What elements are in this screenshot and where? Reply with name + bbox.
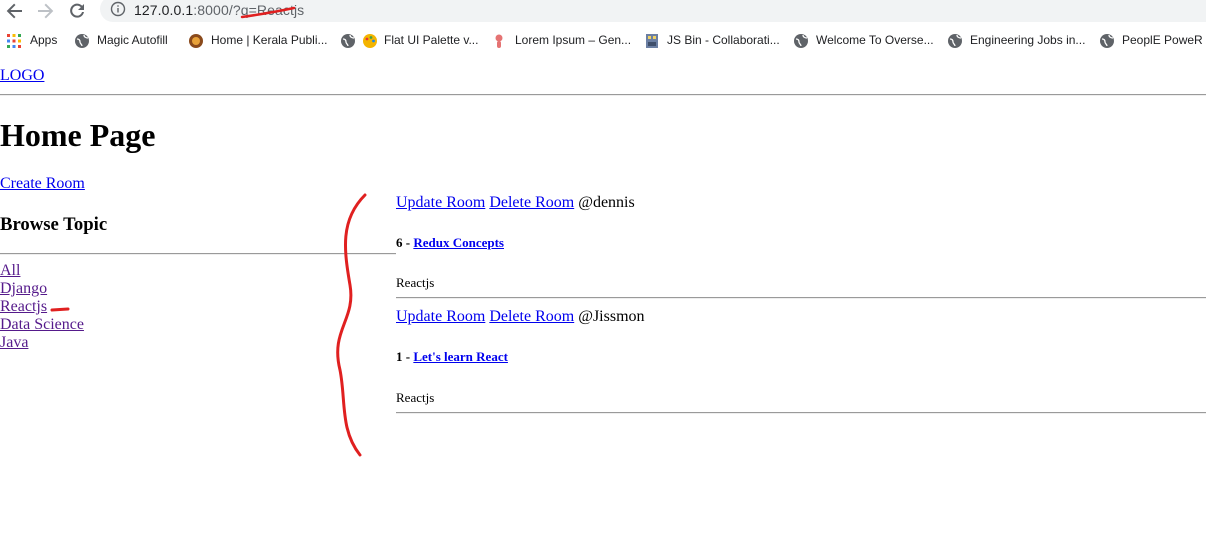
- forward-button[interactable]: [34, 0, 56, 22]
- room-topic: Reactjs: [396, 390, 435, 405]
- annotation-overlay: [50, 6, 367, 457]
- forward-arrow-icon: [38, 3, 54, 19]
- room-name-link[interactable]: Let's learn React: [413, 349, 508, 364]
- back-button[interactable]: [4, 0, 26, 22]
- topic-link-django[interactable]: Django: [0, 280, 84, 298]
- bookmark-label: Magic Autofill: [97, 33, 168, 47]
- back-arrow-icon: [6, 3, 22, 19]
- globe-icon: [948, 34, 962, 48]
- update-room-link[interactable]: Update Room: [396, 194, 485, 211]
- lorem-ipsum-icon: [495, 34, 503, 48]
- bookmark-label: Apps: [30, 33, 58, 47]
- info-icon[interactable]: [110, 1, 126, 22]
- bookmarks-bar: Apps Magic Autofill Home | Kerala Publi.…: [0, 30, 1206, 52]
- kerala-emblem-icon: [189, 34, 203, 48]
- globe-icon: [75, 34, 89, 48]
- reload-button[interactable]: [66, 0, 88, 22]
- room-divider: [396, 297, 1206, 299]
- bookmark-label: Flat UI Palette v...: [384, 33, 479, 47]
- logo-link[interactable]: LOGO: [0, 67, 44, 85]
- room-host: @Jissmon: [578, 308, 645, 325]
- bookmark-label: Engineering Jobs in...: [970, 33, 1086, 47]
- header-divider: [0, 94, 1206, 96]
- bracket-annotation: [336, 193, 367, 457]
- jsbin-icon: [646, 34, 658, 48]
- room-title: 6 - Redux Concepts: [396, 235, 504, 251]
- topic-link-data-science[interactable]: Data Science: [0, 316, 84, 334]
- bookmark-label: JS Bin - Collaborati...: [667, 33, 780, 47]
- topic-link-reactjs[interactable]: Reactjs: [0, 298, 84, 316]
- reload-icon: [70, 3, 84, 18]
- room-card-actions: Update Room Delete Room @dennis: [396, 194, 635, 212]
- bookmark-label: Lorem Ipsum – Gen...: [515, 33, 632, 47]
- topic-link-all[interactable]: All: [0, 262, 84, 280]
- room-topic: Reactjs: [396, 275, 435, 290]
- globe-icon: [1100, 34, 1114, 48]
- update-room-link[interactable]: Update Room: [396, 308, 485, 325]
- apps-grid-icon: [7, 34, 21, 48]
- bookmark-label: Home | Kerala Publi...: [211, 33, 328, 47]
- room-id: 6 -: [396, 235, 414, 250]
- room-name-link[interactable]: Redux Concepts: [413, 235, 504, 250]
- browser-toolbar: 127.0.0.1:8000/?q=Reactjs: [0, 0, 1206, 26]
- topic-link-java[interactable]: Java: [0, 334, 84, 352]
- delete-room-link[interactable]: Delete Room: [489, 308, 574, 325]
- page-title: Home Page: [0, 117, 156, 153]
- delete-room-link[interactable]: Delete Room: [489, 194, 574, 211]
- bookmark-label: PeoplE PoweR -: [1122, 33, 1206, 47]
- globe-icon: [341, 34, 355, 48]
- browse-topic-heading: Browse Topic: [0, 214, 108, 235]
- room-divider: [396, 412, 1206, 414]
- globe-icon: [794, 34, 808, 48]
- topic-list: All Django Reactjs Data Science Java: [0, 262, 84, 352]
- url-text[interactable]: 127.0.0.1:8000/?q=Reactjs: [134, 2, 304, 18]
- palette-icon: [363, 34, 377, 48]
- url-host: 127.0.0.1: [134, 2, 194, 18]
- topic-divider: [0, 253, 396, 255]
- room-card-actions: Update Room Delete Room @Jissmon: [396, 308, 645, 326]
- room-title: 1 - Let's learn React: [396, 349, 508, 365]
- bookmark-label: Welcome To Overse...: [816, 33, 934, 47]
- create-room-link[interactable]: Create Room: [0, 175, 85, 193]
- room-id: 1 -: [396, 349, 414, 364]
- room-host: @dennis: [578, 194, 635, 211]
- url-path: :8000/?q=Reactjs: [193, 2, 305, 18]
